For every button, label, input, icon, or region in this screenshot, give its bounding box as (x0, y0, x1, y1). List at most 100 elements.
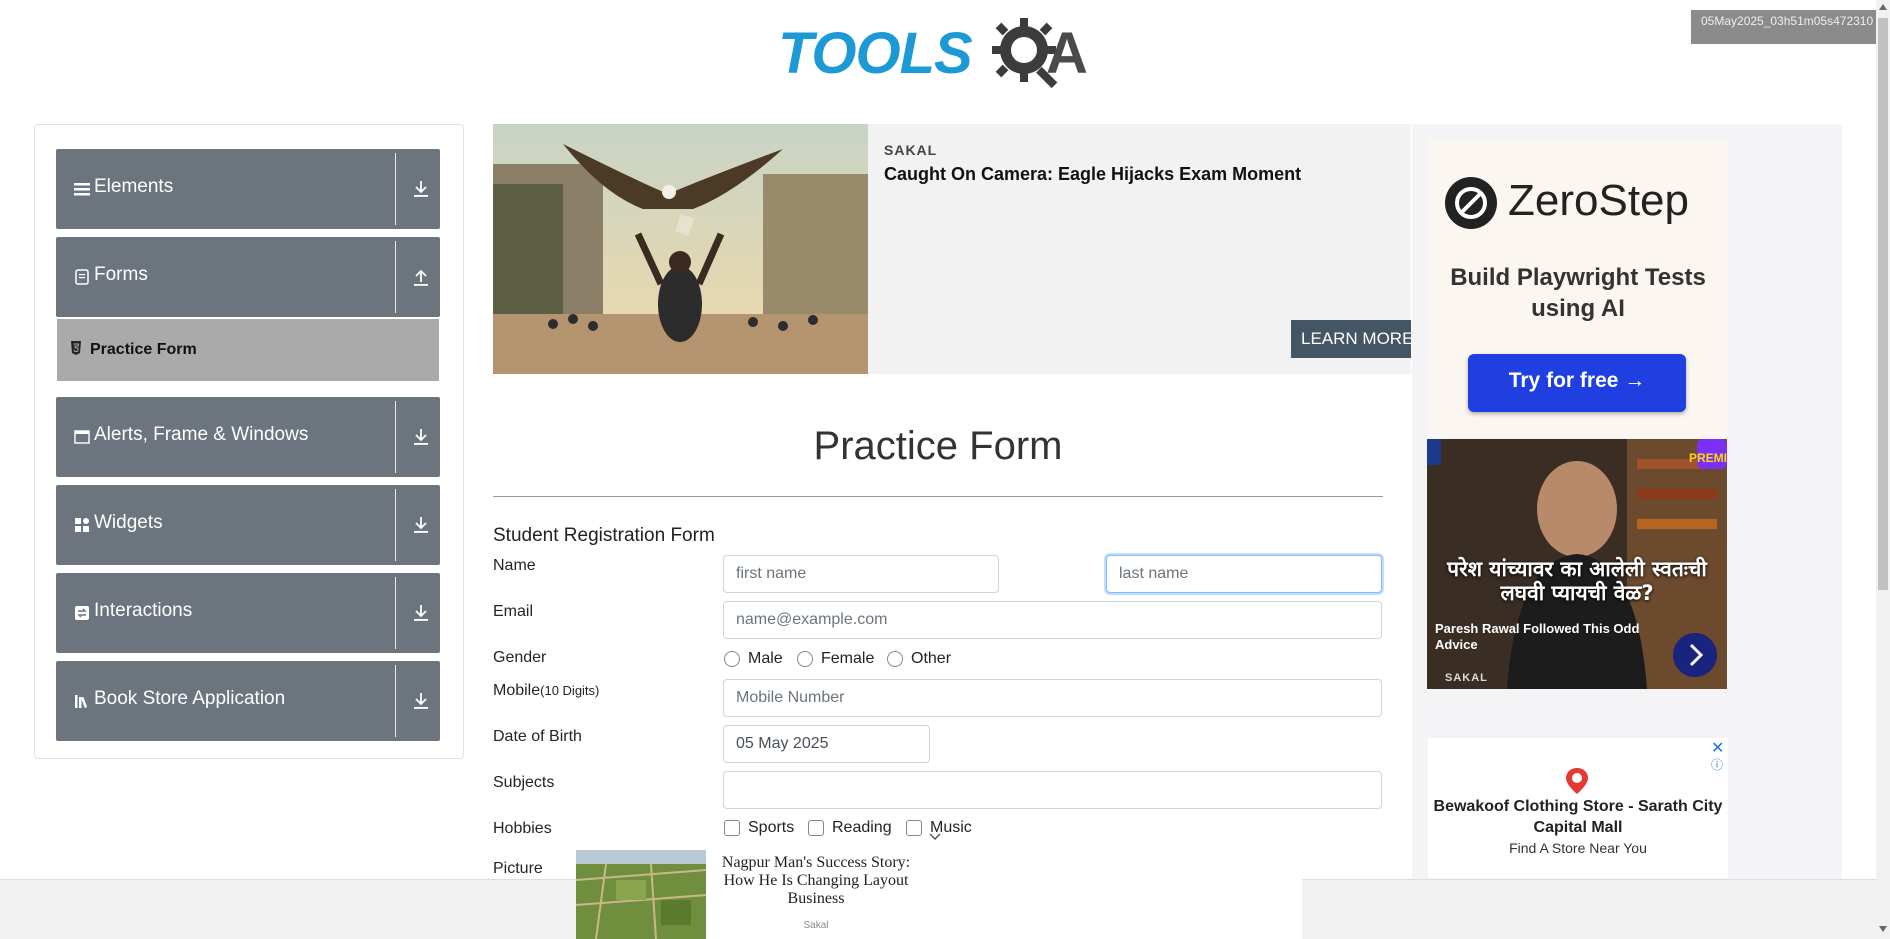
first-name-input[interactable]: first name (723, 555, 999, 593)
checkbox-box[interactable] (808, 820, 824, 836)
gender-radio-female[interactable]: Female (797, 650, 874, 668)
download-icon[interactable] (412, 603, 430, 623)
checkbox-label[interactable]: Sports (748, 819, 794, 837)
divider (395, 489, 396, 561)
date-of-birth-input[interactable]: 05 May 2025 (723, 725, 930, 763)
zerostep-tagline: Build Playwright Tests using AI (1450, 264, 1706, 322)
interactions-icon (75, 606, 89, 620)
document-icon (75, 269, 89, 285)
map-pin-icon (1566, 768, 1588, 794)
ad-title[interactable]: Bewakoof Clothing Store - Sarath City Ca… (1428, 796, 1728, 838)
dob-label: Date of Birth (493, 728, 582, 745)
logo-text: TOOLS (778, 21, 973, 86)
paresh-rawal-ad[interactable]: PREMI परेश यांच्यावर का आलेली स्वतःची लघ… (1427, 439, 1727, 689)
mobile-label: Mobile(10 Digits) (493, 682, 599, 700)
mobile-placeholder: Mobile Number (736, 689, 845, 706)
upload-icon[interactable] (412, 267, 430, 287)
premium-badge: PREMI (1689, 451, 1727, 465)
radio-label[interactable]: Male (748, 650, 783, 668)
radio-label[interactable]: Other (911, 650, 951, 668)
ad-headline[interactable]: Caught On Camera: Eagle Hijacks Exam Mom… (884, 164, 1301, 185)
dob-value: 05 May 2025 (736, 735, 829, 752)
menu-lines-icon (74, 183, 90, 196)
email-label: Email (493, 603, 534, 620)
toolsqa-logo[interactable]: TOOLS A (778, 14, 1102, 90)
sidebar-group-label: Widgets (94, 512, 163, 533)
download-icon[interactable] (412, 179, 430, 199)
hobby-checkbox-sports[interactable]: Sports (724, 819, 794, 837)
farmland-photo (576, 850, 706, 939)
page-scrollbar[interactable] (1876, 0, 1890, 939)
radio-label[interactable]: Female (821, 650, 874, 668)
sidebar-group-interactions[interactable]: Interactions (56, 573, 440, 653)
divider (395, 153, 396, 225)
radio-circle[interactable] (724, 651, 740, 667)
hobby-checkbox-reading[interactable]: Reading (808, 819, 892, 837)
hobbies-label: Hobbies (493, 820, 552, 837)
email-input[interactable]: name@example.com (723, 601, 1382, 639)
try-for-free-button[interactable]: Try for free → (1468, 354, 1686, 412)
html5-icon (71, 341, 81, 355)
banner-ad[interactable]: SAKAL Caught On Camera: Eagle Hijacks Ex… (493, 124, 1411, 374)
chevron-right-icon[interactable] (1673, 633, 1717, 677)
first-name-placeholder: first name (736, 565, 807, 582)
sidebar-item-practice-form[interactable]: Practice Form (57, 319, 439, 381)
mobile-label-text: Mobile (493, 682, 541, 699)
timestamp-label: 05May2025_03h51m05s472310 (1691, 10, 1879, 44)
radio-circle[interactable] (887, 651, 903, 667)
subjects-input[interactable] (723, 771, 1382, 809)
chevron-down-icon[interactable] (928, 832, 942, 842)
mobile-hint: (10 Digits) (540, 683, 600, 698)
left-sidebar: Elements Forms Practice Form Alerts, Fra… (34, 124, 464, 759)
divider (493, 496, 1383, 497)
sidebar-group-book-store[interactable]: Book Store Application (56, 661, 440, 741)
logo-suffix: A (1046, 21, 1088, 86)
mobile-input[interactable]: Mobile Number (723, 679, 1382, 717)
sidebar-group-label: Elements (94, 176, 174, 197)
divider (395, 665, 396, 737)
learn-more-button[interactable]: LEARN MORE (1291, 320, 1411, 358)
bewakoof-ad[interactable]: ✕ ⓘ Bewakoof Clothing Store - Sarath Cit… (1428, 738, 1728, 878)
checkbox-label[interactable]: Reading (832, 819, 892, 837)
close-icon[interactable]: ✕ (1711, 738, 1724, 757)
eagle-photo (493, 124, 868, 374)
picture-label: Picture (493, 860, 543, 877)
gender-radio-male[interactable]: Male (724, 650, 783, 668)
subjects-label: Subjects (493, 774, 555, 791)
ad-source: Sakal (803, 920, 829, 931)
zerostep-brand: ZeroStep (1508, 176, 1689, 225)
sidebar-group-forms[interactable]: Forms (56, 237, 440, 317)
gender-radio-other[interactable]: Other (887, 650, 951, 668)
form-subtitle: Student Registration Form (493, 525, 715, 546)
scroll-down-arrow-icon[interactable] (1879, 926, 1887, 932)
radio-circle[interactable] (797, 651, 813, 667)
name-label: Name (493, 557, 536, 574)
divider (395, 577, 396, 649)
sidebar-group-widgets[interactable]: Widgets (56, 485, 440, 565)
gender-label: Gender (493, 649, 547, 666)
scrollbar-thumb[interactable] (1878, 18, 1888, 590)
sidebar-group-label: Interactions (94, 600, 193, 621)
window-icon (74, 430, 90, 444)
ad-source: SAKAL (884, 142, 938, 158)
info-icon[interactable]: ⓘ (1711, 756, 1723, 773)
ad-caption[interactable]: Paresh Rawal Followed This Odd Advice (1435, 621, 1665, 653)
divider (395, 241, 396, 313)
zerostep-ad[interactable]: ZeroStep Build Playwright Tests using AI… (1428, 140, 1728, 437)
ad-overlay-text: परेश यांच्यावर का आलेली स्वतःची लघवी प्य… (1447, 557, 1707, 605)
checkbox-box[interactable] (724, 820, 740, 836)
download-icon[interactable] (412, 515, 430, 535)
divider (395, 401, 396, 473)
sidebar-group-alerts[interactable]: Alerts, Frame & Windows (56, 397, 440, 477)
page-title: Practice Form (813, 424, 1063, 468)
bottom-ad[interactable]: Nagpur Man's Success Story: How He Is Ch… (576, 850, 1302, 939)
download-icon[interactable] (412, 691, 430, 711)
scroll-up-arrow-icon[interactable] (1879, 4, 1887, 10)
ad-headline[interactable]: Nagpur Man's Success Story: How He Is Ch… (706, 854, 926, 908)
sidebar-group-label: Book Store Application (94, 688, 286, 709)
last-name-input[interactable]: last name (1106, 555, 1382, 593)
checkbox-box[interactable] (906, 820, 922, 836)
sidebar-group-label: Alerts, Frame & Windows (94, 424, 309, 445)
download-icon[interactable] (412, 427, 430, 447)
sidebar-group-elements[interactable]: Elements (56, 149, 440, 229)
